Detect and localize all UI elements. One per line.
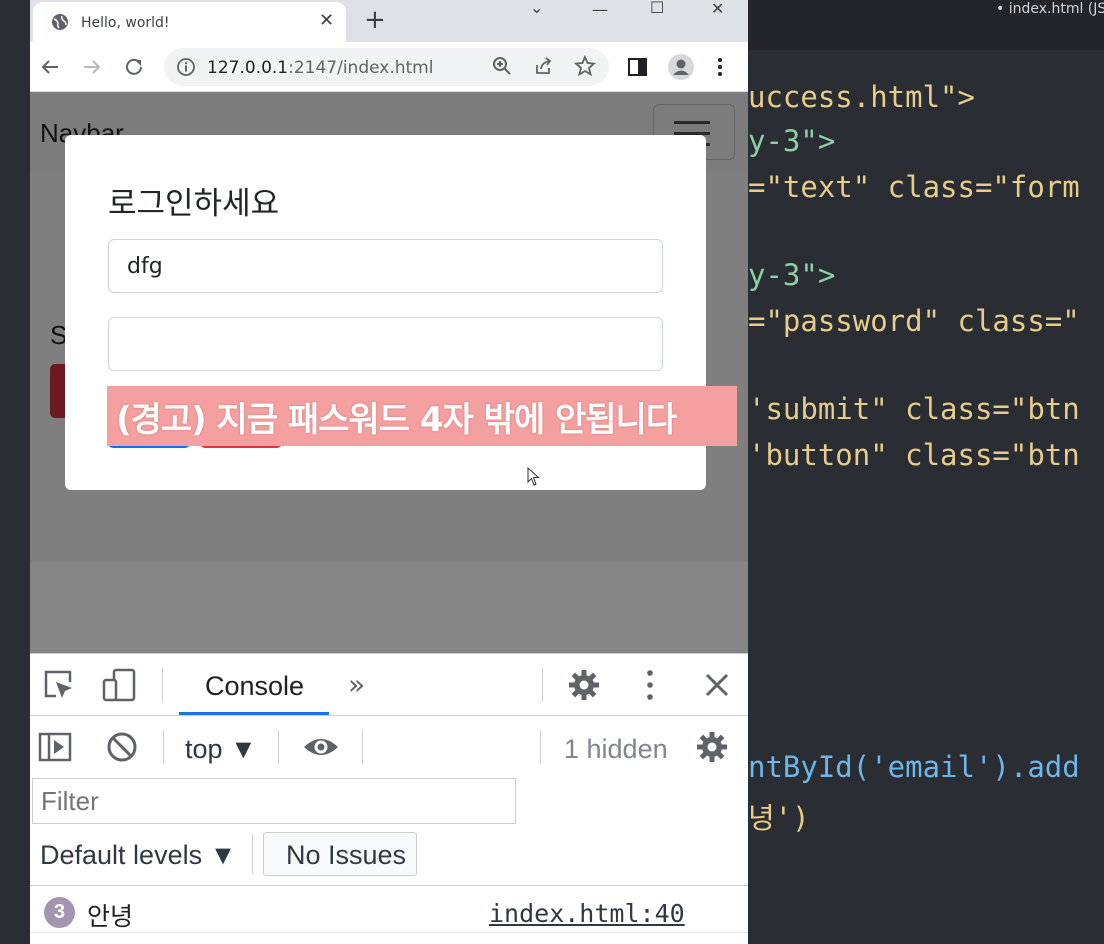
log-source-link[interactable]: index.html:40: [489, 899, 685, 928]
code-line[interactable]: uccess.html">: [748, 80, 975, 114]
clear-console-icon[interactable]: [105, 730, 139, 764]
code-line[interactable]: ="password" class=": [748, 304, 1080, 338]
new-tab-button[interactable]: +: [364, 5, 386, 35]
reload-icon[interactable]: [122, 55, 146, 79]
bookmark-star-icon[interactable]: [574, 55, 596, 77]
editor-tab-title[interactable]: • index.html (JS): [996, 1, 1104, 17]
back-arrow-icon[interactable]: [38, 55, 62, 79]
code-editor: • index.html (JS) uccess.html"> y-3"> ="…: [748, 0, 1104, 944]
hidden-count: 1 hidden: [564, 734, 668, 764]
separator: [542, 668, 543, 702]
tab-strip: Hello, world! ✕ + ⌄ — ☐ ✕: [30, 0, 748, 42]
forward-arrow-icon[interactable]: [80, 55, 104, 79]
tab-search-icon[interactable]: ⌄: [530, 0, 543, 17]
globe-icon: [52, 14, 68, 30]
close-tab-icon[interactable]: ✕: [319, 10, 334, 31]
close-window-icon[interactable]: ✕: [711, 0, 724, 18]
separator: [252, 834, 253, 874]
page-viewport: Navbar S 로그인하세요: [30, 92, 748, 653]
page-lower-area: [30, 562, 748, 653]
browser-tab[interactable]: Hello, world! ✕: [33, 2, 346, 42]
password-field[interactable]: [108, 317, 663, 371]
separator: [278, 730, 279, 764]
issues-button[interactable]: No Issues: [263, 832, 417, 876]
context-selector[interactable]: top ▼: [185, 734, 257, 765]
separator: [163, 730, 164, 764]
log-message: 안녕: [87, 902, 134, 931]
separator: [162, 668, 163, 702]
console-settings-gear-icon[interactable]: [695, 730, 729, 764]
screen: Hello, world! ✕ + ⌄ — ☐ ✕ 127.0.0.1:2147…: [0, 0, 1104, 944]
show-sidebar-icon[interactable]: [38, 730, 72, 764]
profile-avatar-icon[interactable]: [667, 53, 695, 81]
password-warning-text: (경고) 지금 패스워드 4자 밖에 안됩니다: [116, 400, 677, 440]
url-path: :2147/index.html: [288, 58, 434, 78]
browser-toolbar: 127.0.0.1:2147/index.html: [30, 42, 748, 92]
code-line[interactable]: ntById('email').add: [748, 750, 1080, 784]
url-text[interactable]: 127.0.0.1:2147/index.html: [207, 58, 433, 78]
device-toolbar-icon[interactable]: [102, 668, 136, 702]
address-bar[interactable]: 127.0.0.1:2147/index.html: [164, 48, 609, 86]
code-line[interactable]: 'submit" class="btn: [748, 392, 1080, 426]
modal-title: 로그인하세요: [108, 186, 280, 222]
devtools-panel: Console » top ▼ 1 hidden Filter Default …: [30, 653, 748, 944]
devtools-tabbar: Console »: [30, 654, 748, 716]
active-tab-indicator: [179, 712, 329, 715]
code-line[interactable]: 'button" class="btn: [748, 438, 1080, 472]
editor-tabbar: • index.html (JS): [748, 0, 1104, 50]
more-menu-icon[interactable]: [708, 55, 732, 79]
email-field[interactable]: [108, 239, 663, 293]
zoom-icon[interactable]: [491, 55, 513, 77]
repeat-count-badge: 3: [44, 897, 75, 928]
inspect-element-icon[interactable]: [42, 668, 76, 702]
tab-title: Hello, world!: [81, 15, 170, 31]
code-line[interactable]: y-3">: [748, 124, 835, 158]
url-host: 127.0.0.1: [207, 58, 289, 78]
close-devtools-icon[interactable]: [700, 668, 734, 702]
code-line[interactable]: y-3">: [748, 258, 835, 292]
browser-window: Hello, world! ✕ + ⌄ — ☐ ✕ 127.0.0.1:2147…: [30, 0, 748, 944]
share-icon[interactable]: [533, 55, 555, 77]
separator: [362, 730, 363, 764]
code-line[interactable]: ="text" class="form: [748, 170, 1080, 204]
separator: [540, 730, 541, 764]
more-tabs-icon[interactable]: »: [348, 668, 365, 701]
live-expression-eye-icon[interactable]: [302, 730, 340, 764]
mouse-cursor-icon: [527, 467, 540, 486]
side-panel-icon[interactable]: [626, 55, 650, 79]
filter-input[interactable]: [32, 778, 516, 824]
minimize-icon[interactable]: —: [592, 0, 608, 19]
customize-menu-icon[interactable]: [633, 668, 667, 702]
settings-gear-icon[interactable]: [567, 668, 601, 702]
tab-console[interactable]: Console: [205, 671, 304, 702]
site-info-icon[interactable]: [176, 57, 196, 77]
maximize-icon[interactable]: ☐: [650, 0, 664, 17]
code-line[interactable]: 녕'): [748, 795, 810, 837]
log-levels-dropdown[interactable]: Default levels ▼: [40, 840, 236, 871]
